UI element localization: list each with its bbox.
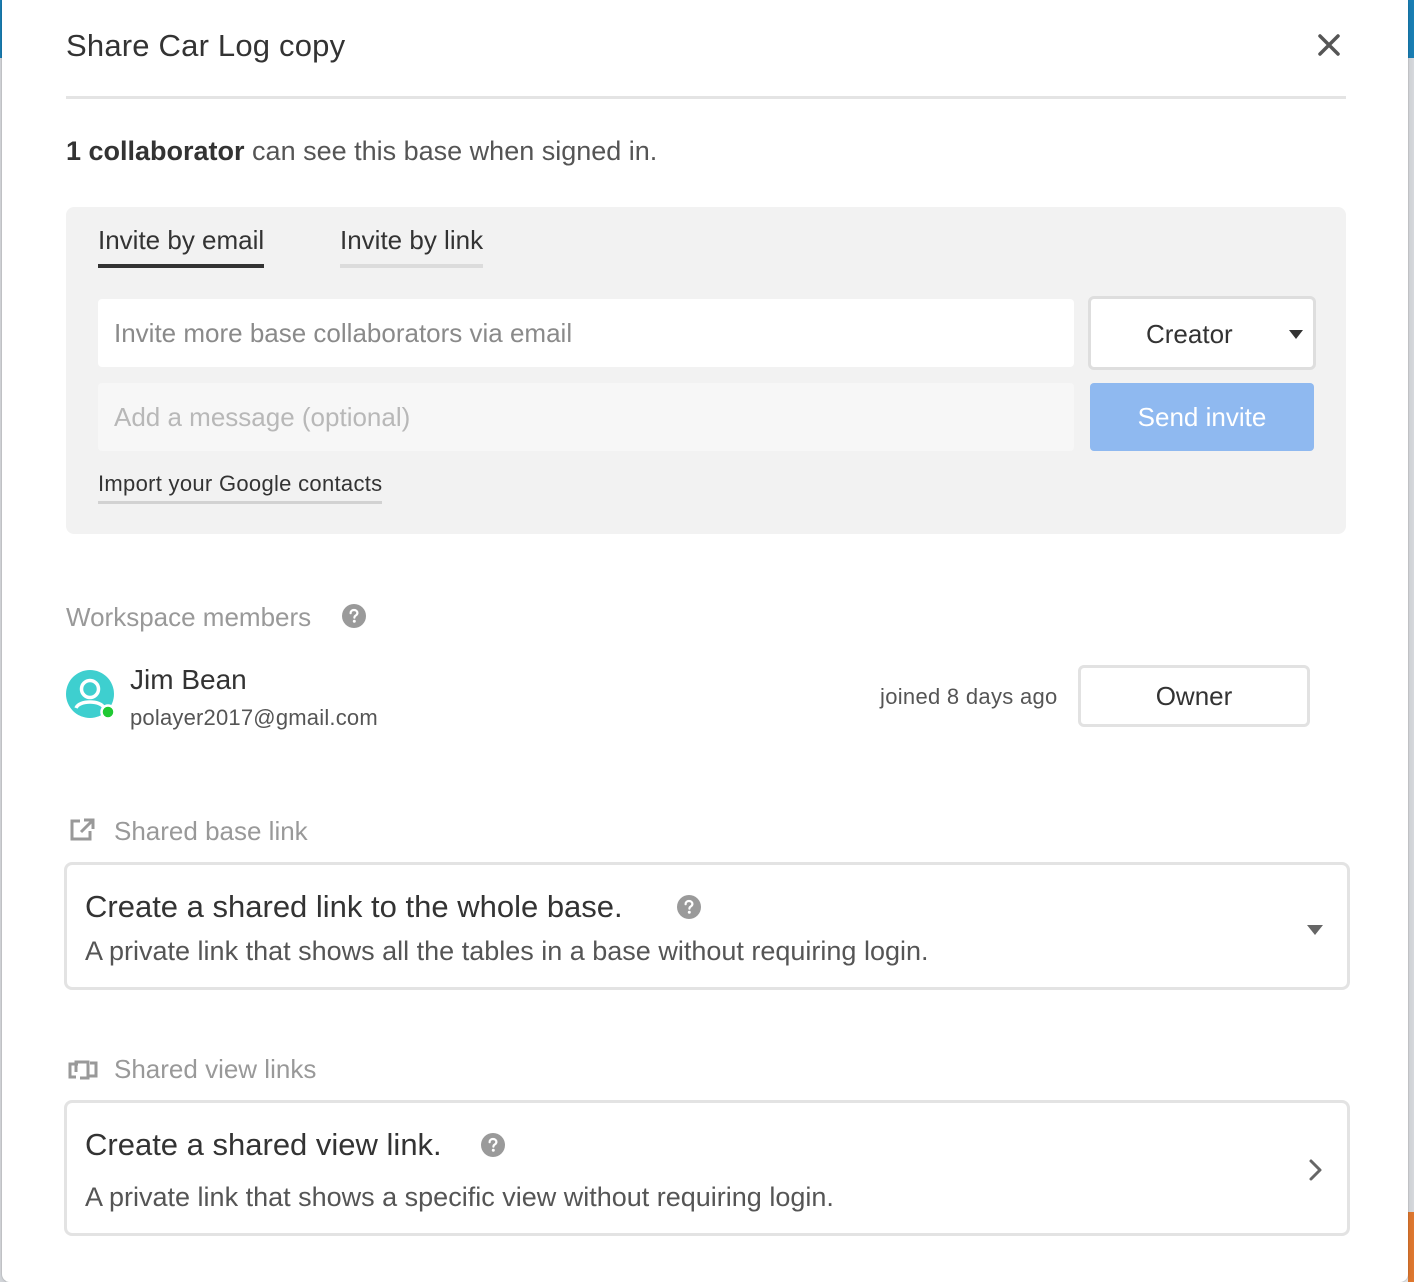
member-name: Jim Bean <box>130 664 247 695</box>
shared-view-link-title: Create a shared view link. <box>85 1127 442 1162</box>
shared-base-link-heading: Shared base link <box>114 816 308 846</box>
invite-email-input[interactable] <box>98 299 1074 367</box>
background-accent <box>1408 0 1414 58</box>
invite-message-input[interactable] <box>98 383 1074 451</box>
import-google-contacts-link[interactable]: Import your Google contacts <box>98 471 383 504</box>
send-invite-button[interactable]: Send invite <box>1090 383 1314 451</box>
shared-view-link-description: A private link that shows a specific vie… <box>85 1182 834 1212</box>
collaborator-count: 1 collaborator <box>66 136 245 166</box>
shared-base-link-description: A private link that shows all the tables… <box>85 936 929 966</box>
question-circle-icon[interactable] <box>677 895 701 924</box>
tab-invite-by-link[interactable]: Invite by link <box>340 225 484 268</box>
dialog-title: Share Car Log copy <box>66 28 346 63</box>
header-divider <box>66 96 1346 99</box>
collaborator-summary-text: can see this base when signed in. <box>244 136 658 166</box>
workspace-members-heading: Workspace members <box>66 602 312 632</box>
collaborator-summary: 1 collaborator can see this base when si… <box>66 136 657 167</box>
avatar <box>66 670 116 720</box>
role-select-value: Creator <box>1146 319 1233 349</box>
caret-down-icon <box>1289 330 1303 339</box>
question-circle-icon[interactable] <box>481 1133 505 1162</box>
shared-views-icon <box>66 1058 100 1087</box>
background-edge-right <box>1408 0 1414 1282</box>
member-joined-date: joined 8 days ago <box>880 684 1058 709</box>
question-circle-icon[interactable] <box>342 604 366 633</box>
tab-invite-by-email[interactable]: Invite by email <box>98 225 265 268</box>
shared-base-link-title: Create a shared link to the whole base. <box>85 889 623 924</box>
shared-base-link-card[interactable]: Create a shared link to the whole base. … <box>64 862 1350 990</box>
caret-down-icon <box>1307 925 1323 935</box>
share-dialog: Share Car Log copy 1 collaborator can se… <box>2 0 1408 1282</box>
shared-view-link-card[interactable]: Create a shared view link. A private lin… <box>64 1100 1350 1236</box>
external-link-icon <box>68 817 96 848</box>
role-select[interactable]: Creator <box>1088 296 1316 370</box>
shared-view-links-heading: Shared view links <box>114 1054 317 1084</box>
invite-panel: Invite by email Invite by link Creator S… <box>66 207 1346 534</box>
close-icon[interactable] <box>1314 30 1344 60</box>
member-email: polayer2017@gmail.com <box>130 705 378 730</box>
background-accent <box>1408 1212 1414 1282</box>
chevron-right-icon <box>1305 1157 1325 1188</box>
member-role-button[interactable]: Owner <box>1078 665 1310 727</box>
